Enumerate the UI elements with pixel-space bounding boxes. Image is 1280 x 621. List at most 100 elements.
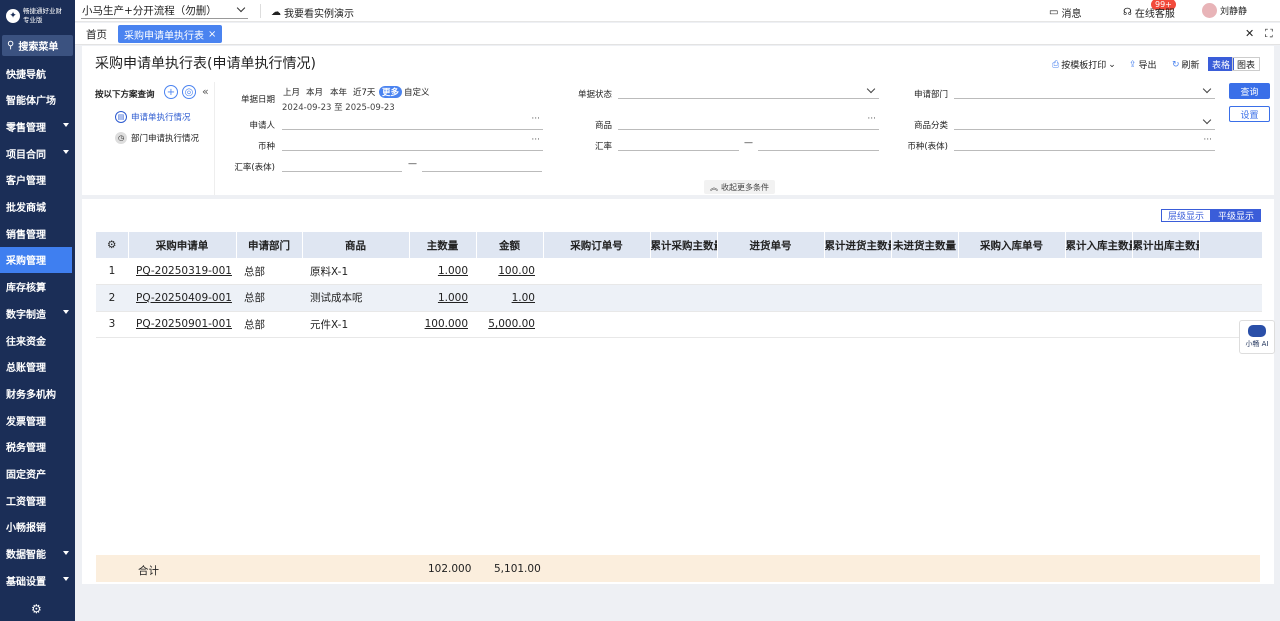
search-menu-button[interactable]: ⚲ 搜索菜单: [2, 35, 73, 56]
column-header[interactable]: 累计进货主数量: [824, 232, 892, 258]
add-scheme-icon[interactable]: +: [164, 85, 178, 99]
column-header[interactable]: 累计出库主数量: [1132, 232, 1200, 258]
doc-number-link[interactable]: PQ-20250319-001: [128, 258, 236, 285]
rate-to-field[interactable]: [758, 137, 879, 151]
column-header[interactable]: 金额: [476, 232, 544, 258]
table-row[interactable]: 1 PQ-20250319-001 总部 原料X-1 1.000 100.00: [96, 258, 1262, 285]
doc-number-link[interactable]: PQ-20250409-001: [128, 284, 236, 312]
scheme-option[interactable]: ◷ 部门申请执行情况: [115, 132, 199, 144]
user-menu[interactable]: 刘静静: [1202, 3, 1247, 18]
column-header[interactable]: 累计入库主数量: [1065, 232, 1133, 258]
account-select[interactable]: 小马生产+分开流程（勿删）: [81, 2, 248, 19]
tab-active[interactable]: 采购申请单执行表 ×: [118, 25, 223, 43]
ai-assistant-button[interactable]: 小畅 AI: [1239, 320, 1275, 354]
sidebar-item[interactable]: 往来资金: [0, 327, 75, 353]
tab-home[interactable]: 首页: [86, 27, 107, 42]
fullscreen-icon[interactable]: ⛶: [1265, 27, 1273, 41]
currency-field[interactable]: ···: [282, 135, 543, 151]
date-option[interactable]: 本年: [330, 86, 347, 98]
sidebar-item[interactable]: 批发商城: [0, 194, 75, 220]
flat-view-toggle[interactable]: 平级显示: [1211, 209, 1261, 222]
query-button[interactable]: 查询: [1229, 83, 1270, 99]
amount-link[interactable]: 1.00: [476, 284, 543, 312]
dept-cell: 总部: [236, 258, 302, 285]
sidebar-item[interactable]: 小畅报销: [0, 514, 75, 540]
demo-link[interactable]: ☁ 我要看实例演示: [271, 5, 354, 20]
date-option[interactable]: 上月: [283, 86, 300, 98]
date-range-value[interactable]: 2024-09-23 至 2025-09-23: [282, 101, 395, 113]
column-header[interactable]: 主数量: [409, 232, 477, 258]
amount-link[interactable]: 5,000.00: [476, 311, 543, 338]
chart-view-toggle[interactable]: 图表: [1232, 57, 1261, 71]
qty-link[interactable]: 1.000: [409, 284, 476, 312]
amount-link[interactable]: 100.00: [476, 258, 543, 285]
column-settings-icon[interactable]: ⚙: [96, 232, 129, 258]
rate-body-to-field[interactable]: [422, 158, 542, 172]
sidebar-item-label: 基础设置: [6, 576, 46, 588]
product-field[interactable]: ···: [618, 114, 879, 130]
table-row[interactable]: 2 PQ-20250409-001 总部 测试成本呢 1.000 1.00: [96, 284, 1262, 312]
rate-body-from-field[interactable]: [282, 158, 402, 172]
sidebar-item[interactable]: 快捷导航: [0, 60, 75, 86]
refresh-button[interactable]: ↻ 刷新: [1172, 58, 1200, 72]
sidebar-item[interactable]: 库存核算: [0, 274, 75, 300]
status-select[interactable]: [618, 84, 879, 99]
rate-from-field[interactable]: [618, 137, 739, 151]
sidebar-item[interactable]: 税务管理: [0, 434, 75, 460]
column-header[interactable]: 累计采购主数量: [650, 232, 718, 258]
column-header[interactable]: 商品: [302, 232, 410, 258]
messages-button[interactable]: ▭ 消息: [1049, 5, 1081, 20]
currency-body-field[interactable]: ···: [954, 135, 1215, 151]
sidebar-item[interactable]: 固定资产: [0, 461, 75, 487]
sidebar-item[interactable]: 客户管理: [0, 167, 75, 193]
date-option-more[interactable]: 更多: [379, 86, 403, 98]
date-option[interactable]: 本月: [306, 86, 323, 98]
column-header[interactable]: 采购入库单号: [958, 232, 1066, 258]
status-label: 单据状态: [577, 90, 612, 100]
settings-gear-icon[interactable]: ⚙: [31, 602, 42, 616]
sidebar-item[interactable]: 数据智能: [0, 541, 75, 567]
target-icon[interactable]: ◎: [182, 85, 196, 99]
column-header[interactable]: 未进货主数量: [891, 232, 959, 258]
rate-body-label: 汇率(表体): [234, 163, 275, 173]
qty-link[interactable]: 1.000: [409, 258, 476, 285]
column-header[interactable]: 采购订单号: [543, 232, 651, 258]
print-template-button[interactable]: ⎙ 按模板打印 ⌄: [1052, 58, 1116, 72]
close-all-icon[interactable]: ✕: [1245, 27, 1254, 40]
sidebar-item[interactable]: 零售管理: [0, 113, 75, 139]
table-view-toggle[interactable]: 表格: [1208, 57, 1235, 71]
sidebar-item[interactable]: 基础设置: [0, 567, 75, 593]
sidebar-item[interactable]: 发票管理: [0, 407, 75, 433]
settings-button[interactable]: 设置: [1229, 106, 1270, 122]
export-button[interactable]: ⇪ 导出: [1129, 58, 1157, 72]
doc-number-link[interactable]: PQ-20250901-001: [128, 311, 236, 338]
table-row[interactable]: 3 PQ-20250901-001 总部 元件X-1 100.000 5,000.00: [96, 311, 1262, 338]
sidebar-item[interactable]: 项目合同: [0, 140, 75, 166]
chevron-down-icon: [1202, 84, 1212, 94]
online-service-button[interactable]: ☊ 在线客服: [1123, 5, 1175, 20]
sidebar-item[interactable]: 工资管理: [0, 487, 75, 513]
category-select[interactable]: [954, 115, 1215, 130]
sidebar-item[interactable]: 财务多机构: [0, 380, 75, 406]
column-header[interactable]: 申请部门: [236, 232, 303, 258]
sidebar-item[interactable]: 销售管理: [0, 220, 75, 246]
row-number: 3: [96, 311, 128, 338]
date-option[interactable]: 近7天: [353, 86, 375, 98]
collapse-left-icon[interactable]: «: [202, 85, 209, 98]
tree-view-toggle[interactable]: 层级显示: [1161, 209, 1211, 222]
dept-select[interactable]: [954, 84, 1215, 99]
sidebar-item[interactable]: 智能体广场: [0, 87, 75, 113]
sidebar-item[interactable]: 采购管理: [0, 246, 72, 273]
sidebar-item[interactable]: 总账管理: [0, 354, 75, 380]
applicant-field[interactable]: ···: [282, 114, 543, 130]
close-icon[interactable]: ×: [208, 29, 216, 40]
rate-label: 汇率: [594, 142, 612, 152]
column-header[interactable]: 采购申请单: [128, 232, 237, 258]
collapse-conditions-button[interactable]: ︽ 收起更多条件: [704, 180, 775, 194]
qty-link[interactable]: 100.000: [409, 311, 476, 338]
sidebar-item[interactable]: 数字制造: [0, 300, 75, 326]
print-icon: ⎙: [1052, 59, 1060, 70]
date-option-custom[interactable]: 自定义: [404, 86, 430, 98]
scheme-option[interactable]: ▤ 申请单执行情况: [115, 111, 191, 123]
column-header[interactable]: 进货单号: [717, 232, 825, 258]
